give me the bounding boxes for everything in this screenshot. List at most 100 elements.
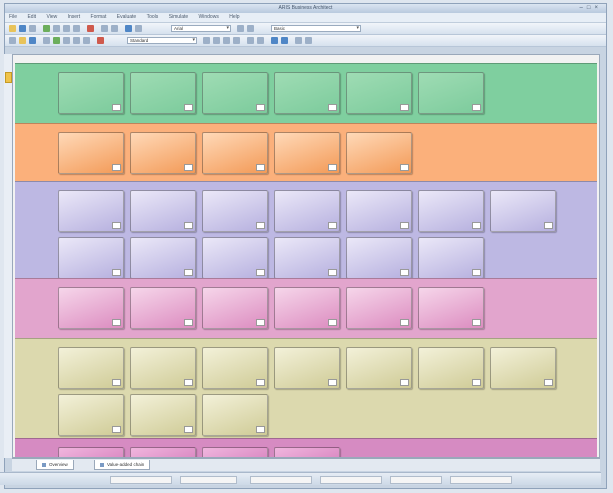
model-assignment-icon[interactable] <box>112 104 121 111</box>
process-card[interactable] <box>202 287 268 329</box>
process-card[interactable] <box>58 190 124 232</box>
model-assignment-icon[interactable] <box>184 164 193 171</box>
menu-edit[interactable]: Edit <box>27 14 36 20</box>
model-assignment-icon[interactable] <box>544 222 553 229</box>
model-assignment-icon[interactable] <box>400 379 409 386</box>
process-card[interactable] <box>130 394 196 436</box>
model-assignment-icon[interactable] <box>184 222 193 229</box>
close-icon[interactable]: × <box>594 5 602 11</box>
process-card[interactable] <box>490 347 556 389</box>
process-card[interactable] <box>202 347 268 389</box>
process-card[interactable] <box>274 447 340 457</box>
model-assignment-icon[interactable] <box>184 426 193 433</box>
model-assignment-icon[interactable] <box>256 379 265 386</box>
process-card[interactable] <box>274 287 340 329</box>
model-assignment-icon[interactable] <box>400 164 409 171</box>
model-assignment-icon[interactable] <box>184 379 193 386</box>
distribute-icon[interactable] <box>233 37 240 44</box>
process-card[interactable] <box>58 347 124 389</box>
copy-icon[interactable] <box>63 25 70 32</box>
save-icon[interactable] <box>29 25 36 32</box>
model-assignment-icon[interactable] <box>544 379 553 386</box>
process-card[interactable] <box>58 237 124 279</box>
process-card[interactable] <box>418 287 484 329</box>
model-assignment-icon[interactable] <box>256 319 265 326</box>
process-card[interactable] <box>130 190 196 232</box>
connection-icon[interactable] <box>83 37 90 44</box>
folder-icon[interactable] <box>19 37 26 44</box>
model-assignment-icon[interactable] <box>256 104 265 111</box>
process-card[interactable] <box>418 72 484 114</box>
process-card[interactable] <box>202 237 268 279</box>
menu-simulate[interactable]: Simulate <box>169 14 188 20</box>
undo-icon[interactable] <box>101 25 108 32</box>
process-card[interactable] <box>58 132 124 174</box>
model-assignment-icon[interactable] <box>400 319 409 326</box>
process-card[interactable] <box>130 132 196 174</box>
menu-view[interactable]: View <box>46 14 57 20</box>
model-canvas[interactable] <box>12 54 600 458</box>
model-assignment-icon[interactable] <box>400 269 409 276</box>
zoom-combo[interactable]: Basic <box>271 25 361 32</box>
model-assignment-icon[interactable] <box>328 269 337 276</box>
line-color-icon[interactable] <box>257 37 264 44</box>
minimize-icon[interactable]: – <box>580 5 587 11</box>
process-card[interactable] <box>58 394 124 436</box>
process-card[interactable] <box>202 190 268 232</box>
process-card[interactable] <box>58 287 124 329</box>
model-assignment-icon[interactable] <box>472 104 481 111</box>
model-assignment-icon[interactable] <box>184 319 193 326</box>
symbol-icon[interactable] <box>53 37 60 44</box>
model-assignment-icon[interactable] <box>472 319 481 326</box>
process-card[interactable] <box>130 72 196 114</box>
process-card[interactable] <box>418 190 484 232</box>
align-center-icon[interactable] <box>213 37 220 44</box>
process-card[interactable] <box>274 347 340 389</box>
print-icon[interactable] <box>43 25 50 32</box>
redo-icon[interactable] <box>111 25 118 32</box>
process-card[interactable] <box>418 347 484 389</box>
menu-evaluate[interactable]: Evaluate <box>117 14 136 20</box>
process-card[interactable] <box>202 72 268 114</box>
process-card[interactable] <box>58 447 124 457</box>
open-icon[interactable] <box>19 25 26 32</box>
help-icon[interactable] <box>305 37 312 44</box>
tab-overview[interactable]: Overview <box>36 460 74 470</box>
new-icon[interactable] <box>9 25 16 32</box>
align-right-icon[interactable] <box>223 37 230 44</box>
view-combo[interactable]: Standard <box>127 37 197 44</box>
model-assignment-icon[interactable] <box>112 269 121 276</box>
model-assignment-icon[interactable] <box>256 222 265 229</box>
model-assignment-icon[interactable] <box>472 269 481 276</box>
process-card[interactable] <box>202 132 268 174</box>
menu-windows[interactable]: Windows <box>199 14 219 20</box>
model-assignment-icon[interactable] <box>112 222 121 229</box>
menu-help[interactable]: Help <box>229 14 239 20</box>
grid-icon[interactable] <box>63 37 70 44</box>
model-assignment-icon[interactable] <box>400 104 409 111</box>
process-card[interactable] <box>346 347 412 389</box>
model-assignment-icon[interactable] <box>256 426 265 433</box>
process-card[interactable] <box>202 447 268 457</box>
process-card[interactable] <box>346 190 412 232</box>
font-combo[interactable]: Arial <box>171 25 231 32</box>
process-card[interactable] <box>490 190 556 232</box>
model-icon[interactable] <box>29 37 36 44</box>
process-card[interactable] <box>274 190 340 232</box>
cut-icon[interactable] <box>53 25 60 32</box>
process-card[interactable] <box>58 72 124 114</box>
process-card[interactable] <box>418 237 484 279</box>
model-assignment-icon[interactable] <box>472 379 481 386</box>
menu-tools[interactable]: Tools <box>147 14 159 20</box>
attribute-icon[interactable] <box>97 37 104 44</box>
properties-icon[interactable] <box>125 25 132 32</box>
process-card[interactable] <box>130 447 196 457</box>
model-assignment-icon[interactable] <box>112 319 121 326</box>
process-card[interactable] <box>346 237 412 279</box>
italic-icon[interactable] <box>247 25 254 32</box>
paste-icon[interactable] <box>73 25 80 32</box>
model-assignment-icon[interactable] <box>472 222 481 229</box>
menu-insert[interactable]: Insert <box>68 14 81 20</box>
model-assignment-icon[interactable] <box>328 222 337 229</box>
model-assignment-icon[interactable] <box>400 222 409 229</box>
